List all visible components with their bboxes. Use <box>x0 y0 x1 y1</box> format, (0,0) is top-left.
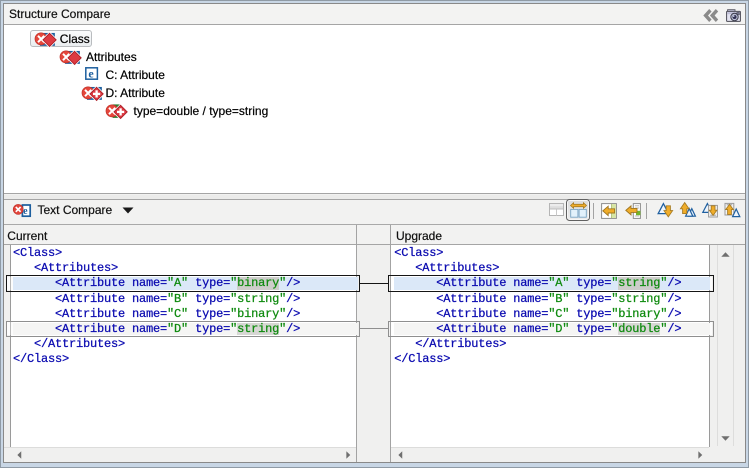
svg-text:e: e <box>88 66 94 80</box>
svg-text:e: e <box>23 206 28 217</box>
